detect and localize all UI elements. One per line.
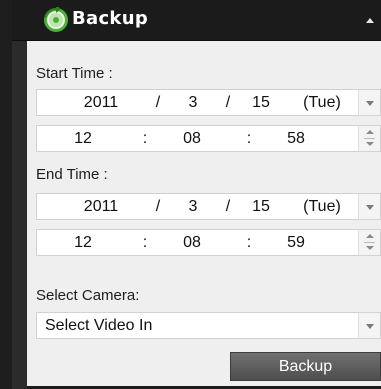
spin-down-icon[interactable]: [359, 243, 380, 255]
start-minute[interactable]: 08: [176, 126, 208, 151]
spin-up-icon[interactable]: [359, 126, 380, 138]
end-year[interactable]: 2011: [77, 194, 125, 219]
start-time-field[interactable]: 12 : 08 : 58: [36, 125, 381, 152]
date-separator: /: [225, 94, 231, 111]
end-date-field[interactable]: 2011 / 3 / 15 (Tue): [36, 193, 381, 220]
end-hour[interactable]: 12: [67, 230, 99, 255]
spin-up-icon[interactable]: [359, 230, 380, 242]
panel-header: Backup: [12, 0, 381, 41]
chevron-down-icon: [366, 205, 374, 210]
backup-panel: Backup Start Time : 2011 / 3 / 15 (Tue) …: [0, 0, 381, 389]
start-hour[interactable]: 12: [67, 126, 99, 151]
start-month[interactable]: 3: [185, 90, 201, 115]
start-date-dropdown-button[interactable]: [358, 90, 380, 115]
panel-title: Backup: [72, 8, 149, 29]
date-separator: /: [155, 94, 161, 111]
end-weekday: (Tue): [303, 198, 341, 215]
camera-dropdown-button[interactable]: [358, 313, 380, 338]
end-date-dropdown-button[interactable]: [358, 194, 380, 219]
start-weekday: (Tue): [303, 94, 341, 111]
end-second[interactable]: 59: [280, 230, 312, 255]
backup-button[interactable]: Backup: [230, 352, 381, 381]
end-time-field[interactable]: 12 : 08 : 59: [36, 229, 381, 256]
time-separator: :: [142, 234, 148, 251]
chevron-up-icon[interactable]: [366, 18, 374, 23]
select-camera-label: Select Camera:: [36, 287, 140, 304]
chevron-down-icon: [366, 101, 374, 106]
time-separator: :: [142, 130, 148, 147]
end-time-spinner[interactable]: [358, 230, 380, 255]
panel-content: Start Time : 2011 / 3 / 15 (Tue) 12 : 08…: [27, 41, 381, 389]
start-time-spinner[interactable]: [358, 126, 380, 151]
date-separator: /: [225, 198, 231, 215]
date-separator: /: [155, 198, 161, 215]
start-time-label: Start Time :: [36, 65, 113, 82]
camera-select[interactable]: Select Video In: [36, 312, 381, 339]
start-date-field[interactable]: 2011 / 3 / 15 (Tue): [36, 89, 381, 116]
time-separator: :: [246, 130, 252, 147]
chevron-down-icon: [366, 324, 374, 329]
camera-select-value: Select Video In: [45, 317, 153, 334]
end-minute[interactable]: 08: [176, 230, 208, 255]
backup-disc-icon: [44, 7, 68, 32]
start-day[interactable]: 15: [249, 90, 273, 115]
end-time-label: End Time :: [36, 166, 108, 183]
start-year[interactable]: 2011: [77, 90, 125, 115]
spin-down-icon[interactable]: [359, 139, 380, 151]
left-border: [0, 0, 12, 389]
end-month[interactable]: 3: [185, 194, 201, 219]
end-day[interactable]: 15: [249, 194, 273, 219]
start-second[interactable]: 58: [280, 126, 312, 151]
time-separator: :: [246, 234, 252, 251]
